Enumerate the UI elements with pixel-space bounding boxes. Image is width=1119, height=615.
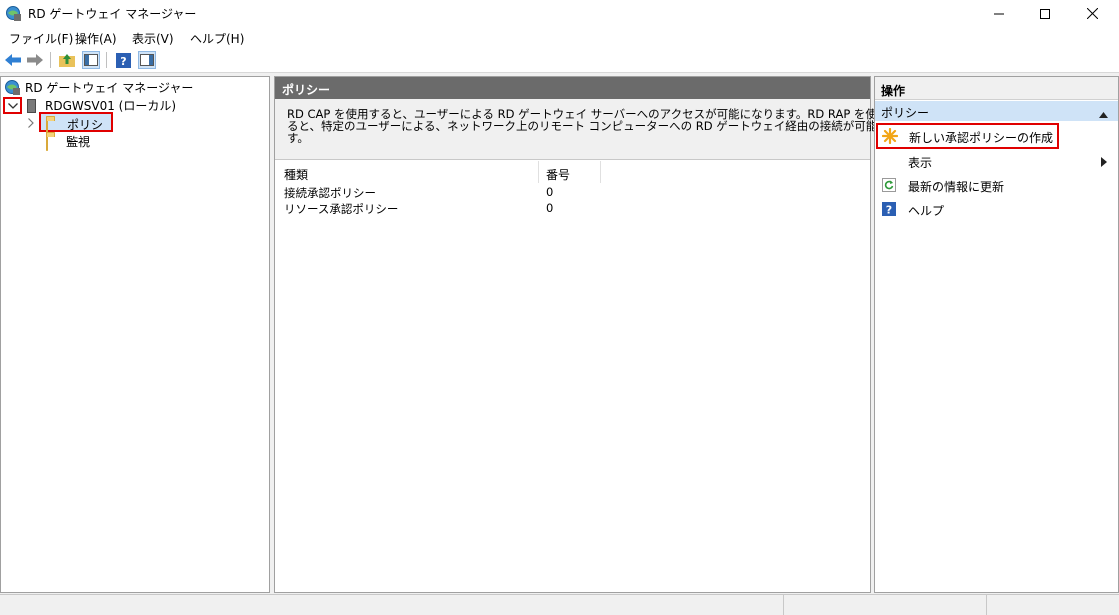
svg-text:?: ? [886, 204, 892, 217]
forward-arrow-icon[interactable] [26, 51, 44, 69]
help-icon[interactable]: ? [114, 51, 132, 69]
minimize-button[interactable] [976, 0, 1022, 27]
title-bar: RD ゲートウェイ マネージャー [0, 0, 1119, 27]
status-bar [0, 594, 1119, 615]
back-arrow-icon[interactable] [4, 51, 22, 69]
rd-gateway-app-icon [5, 5, 22, 22]
close-button[interactable] [1069, 0, 1115, 27]
action-pane: 操作 ポリシー 新しい承認ポリシーの作成 表示 最新の情報に更新 ? ヘルプ [874, 76, 1119, 593]
row-type-cell: リソース承認ポリシー [284, 202, 399, 216]
row-type-cell: 接続承認ポリシー [284, 186, 376, 200]
description-line-2: ると、特定のユーザーによる、ネットワーク上のリモート コンピューターへの RD … [287, 119, 924, 133]
row-count-cell: 0 [546, 185, 554, 199]
toolbar-separator [106, 52, 107, 68]
refresh-action-label: 最新の情報に更新 [908, 180, 1005, 194]
new-policy-star-icon [882, 128, 898, 144]
column-divider[interactable] [600, 161, 601, 183]
folder-icon [46, 135, 48, 151]
window-title: RD ゲートウェイ マネージャー [28, 7, 197, 21]
center-header: ポリシー [275, 77, 870, 99]
svg-text:?: ? [120, 55, 126, 68]
center-header-title: ポリシー [282, 83, 331, 97]
menu-help[interactable]: ヘルプ(H) [190, 30, 244, 47]
help-icon: ? [881, 201, 897, 217]
show-hide-action-pane-icon[interactable] [138, 51, 156, 69]
description-line-3: す。 [287, 131, 309, 145]
column-header-number[interactable]: 番号 [546, 166, 596, 183]
policy-description: RD CAP を使用すると、ユーザーによる RD ゲートウェイ サーバーへのアク… [275, 99, 923, 160]
show-hide-tree-icon[interactable] [82, 51, 100, 69]
server-icon [27, 98, 36, 113]
table-row[interactable]: リソース承認ポリシー 0 [275, 200, 870, 216]
rd-gateway-icon [4, 79, 21, 96]
menu-bar: ファイル(F) 操作(A) 表示(V) ヘルプ(H) [0, 27, 1119, 48]
collapse-triangle-icon[interactable] [1099, 107, 1108, 121]
menu-action[interactable]: 操作(A) [75, 30, 117, 47]
center-results-pane: ポリシー RD CAP を使用すると、ユーザーによる RD ゲートウェイ サーバ… [274, 76, 923, 593]
tree-root-label: RD ゲートウェイ マネージャー [25, 81, 194, 95]
chevron-right-icon[interactable] [28, 117, 34, 131]
action-pane-title-text: 操作 [881, 84, 906, 98]
view-action[interactable]: 表示 [875, 149, 1118, 173]
status-bar-divider [986, 595, 987, 615]
help-action[interactable]: ? ヘルプ [875, 197, 1118, 221]
tree-item-policy[interactable]: ポリシー [39, 112, 113, 149]
status-bar-divider [783, 595, 784, 615]
column-divider[interactable] [538, 161, 539, 183]
tree-item-monitoring[interactable]: 監視 [44, 132, 124, 151]
column-header-type[interactable]: 種類 [284, 166, 534, 183]
action-section-header[interactable]: ポリシー [875, 101, 1118, 121]
console-tree-pane: RD ゲートウェイ マネージャー RDGWSV01 (ローカル) ポリシー 監視 [0, 76, 270, 593]
expand-chevron-down-icon[interactable] [3, 97, 22, 114]
menu-file[interactable]: ファイル(F) [9, 30, 73, 47]
create-new-policy-action[interactable]: 新しい承認ポリシーの作成 [876, 123, 1059, 149]
menu-view[interactable]: 表示(V) [132, 30, 174, 47]
table-row[interactable]: 接続承認ポリシー 0 [275, 184, 870, 200]
action-section-label: ポリシー [881, 106, 930, 120]
list-header-row: 種類 番号 [275, 161, 870, 183]
refresh-action[interactable]: 最新の情報に更新 [875, 173, 1118, 197]
create-new-policy-label: 新しい承認ポリシーの作成 [909, 131, 1054, 145]
row-count-cell: 0 [546, 201, 554, 215]
toolbar: ? [0, 48, 1119, 73]
view-action-label: 表示 [908, 156, 933, 170]
help-action-label: ヘルプ [908, 204, 945, 218]
refresh-icon [881, 177, 897, 193]
submenu-arrow-icon [1101, 156, 1107, 170]
tree-root[interactable]: RD ゲートウェイ マネージャー [4, 79, 193, 96]
action-pane-title: 操作 [875, 77, 1118, 100]
up-folder-icon[interactable] [58, 51, 76, 69]
tree-item-monitoring-label: 監視 [66, 135, 91, 149]
toolbar-separator [50, 52, 51, 68]
maximize-button[interactable] [1022, 0, 1068, 27]
